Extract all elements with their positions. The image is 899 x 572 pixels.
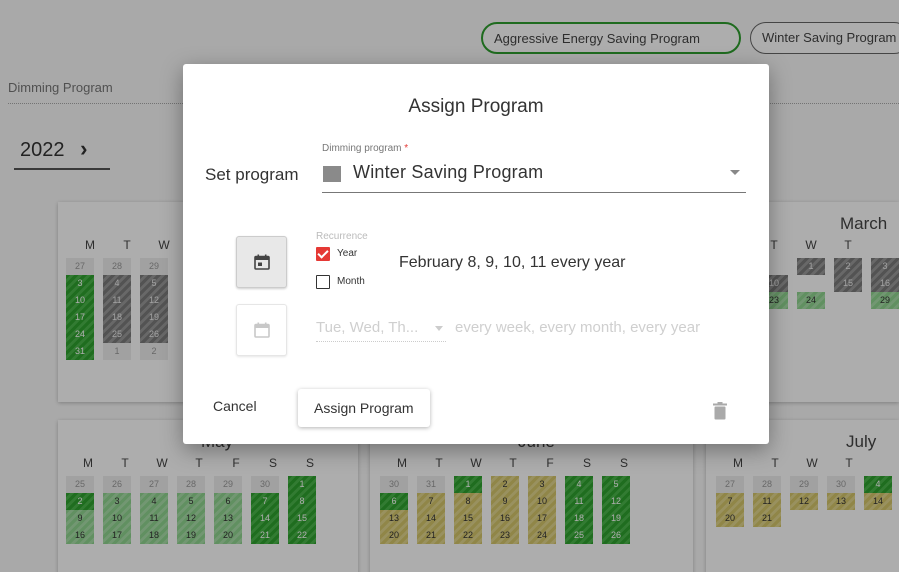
month-checkbox[interactable] <box>316 275 330 289</box>
dimming-program-field-label-text: Dimming program <box>322 143 402 154</box>
weekday-select-underline <box>316 341 446 342</box>
weekday-select[interactable]: Tue, Wed, Th... <box>316 319 418 336</box>
dimming-program-field-label: Dimming program * <box>322 143 408 154</box>
dropdown-arrow-icon[interactable] <box>435 326 443 331</box>
assign-program-button[interactable]: Assign Program <box>298 389 430 427</box>
program-color-swatch <box>323 166 341 182</box>
year-checkbox[interactable] <box>316 247 330 261</box>
cancel-button[interactable]: Cancel <box>201 390 269 422</box>
date-recurrence-button[interactable] <box>236 236 287 288</box>
weekday-recurrence-text: every week, every month, every year <box>455 319 701 336</box>
month-checkbox-label: Month <box>337 276 365 287</box>
calendar-icon <box>253 254 270 270</box>
dropdown-arrow-icon[interactable] <box>730 170 740 175</box>
dimming-program-select[interactable]: Winter Saving Program <box>353 162 543 183</box>
year-checkbox-label: Year <box>337 248 358 259</box>
recurrence-summary: February 8, 9, 10, 11 every year <box>399 254 626 271</box>
required-mark: * <box>404 143 409 154</box>
recurrence-label: Recurrence <box>316 231 368 242</box>
weekday-recurrence-button[interactable] <box>236 304 287 356</box>
dimming-program-underline <box>322 192 746 193</box>
set-program-label: Set program <box>205 165 299 184</box>
calendar-icon <box>253 322 270 338</box>
delete-icon[interactable] <box>713 402 727 425</box>
assign-program-dialog: Assign Program Set program Dimming progr… <box>183 64 769 444</box>
dialog-title: Assign Program <box>408 96 544 117</box>
